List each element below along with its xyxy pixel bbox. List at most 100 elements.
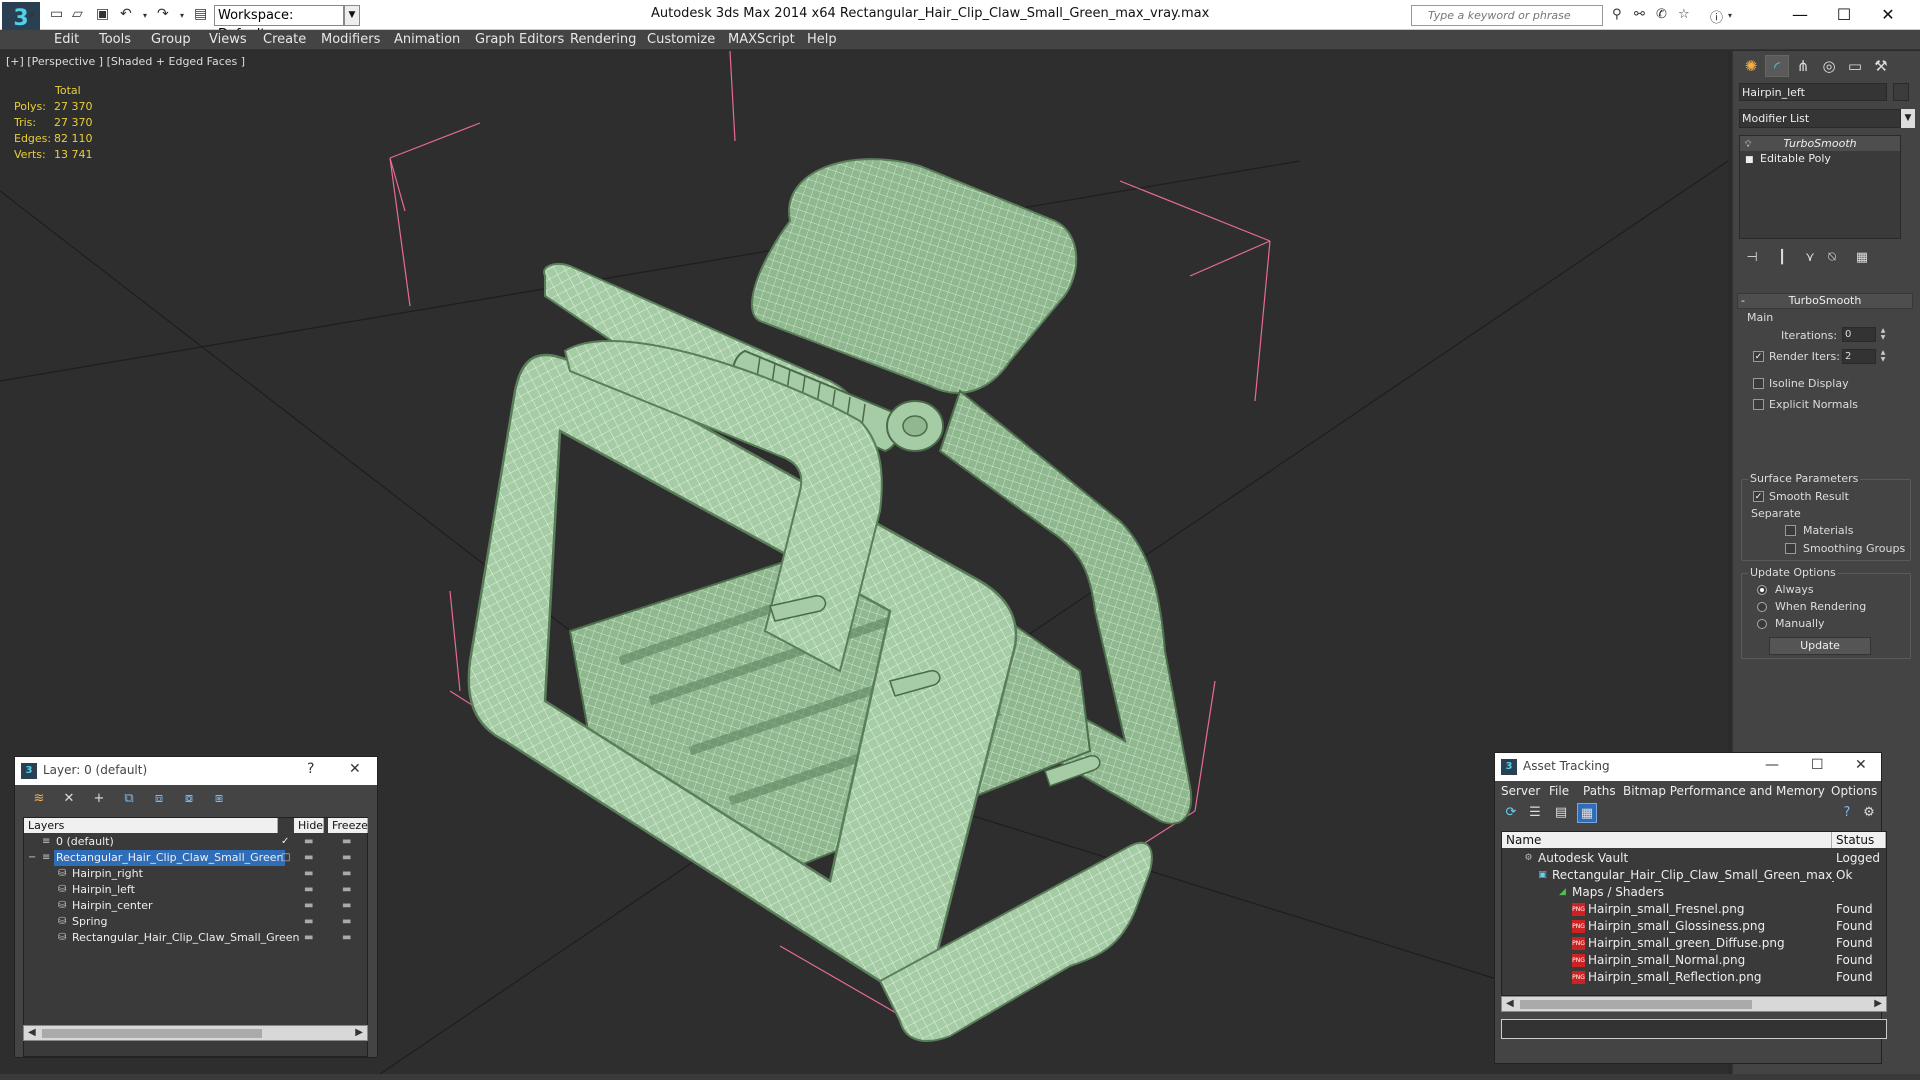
object-name-field[interactable] [1739,83,1887,101]
menu-views[interactable]: Views [209,32,247,47]
menu-group[interactable]: Group [151,32,191,47]
configure-sets-icon[interactable]: ▦ [1853,249,1871,267]
render-iters-checkbox[interactable]: ✓ [1753,351,1764,362]
workspace-dropdown[interactable]: Workspace: Default [214,5,344,42]
asset-window-close-icon[interactable]: ✕ [1855,757,1867,773]
stack-item-turbosmooth[interactable]: 💡︎ TurboSmooth [1740,136,1900,151]
layer-row[interactable]: ⛁ Hairpin_left ▬ ▬ [24,882,367,898]
modify-tab-icon[interactable]: ◜ [1765,55,1789,77]
stack-item-editable-poly[interactable]: ■ Editable Poly [1740,151,1900,166]
table-view-icon[interactable]: ▦ [1577,803,1597,823]
update-button[interactable]: Update [1769,637,1871,655]
delete-layer-icon[interactable]: ✕ [59,789,79,809]
expand-plus-icon[interactable]: ■ [1745,153,1754,168]
asset-row[interactable]: PNG Hairpin_small_Glossiness.png Found [1502,918,1886,935]
motion-tab-icon[interactable]: ◎ [1817,55,1841,77]
menu-tools[interactable]: Tools [99,32,131,47]
layer-row[interactable]: ⛁ Spring ▬ ▬ [24,914,367,930]
scroll-right-icon[interactable]: ▶ [355,1026,363,1040]
isoline-display-checkbox[interactable] [1753,378,1764,389]
asset-menu-bitmap-performance[interactable]: Bitmap Performance and Memory [1623,784,1825,798]
scroll-left-icon[interactable]: ◀ [1506,997,1514,1011]
workspace-dropdown-arrow-icon[interactable]: ▼ [344,5,360,26]
binoculars-icon[interactable]: ⚲ [1612,7,1622,22]
refresh-icon[interactable]: ⟳ [1501,803,1521,823]
add-layer-icon[interactable]: + [89,789,109,809]
help-icon[interactable]: ⓘ [1710,7,1723,26]
asset-menu-options[interactable]: Options [1831,784,1877,798]
hierarchy-tab-icon[interactable]: ⋔ [1791,55,1815,77]
menu-help[interactable]: Help [807,32,837,47]
menu-customize[interactable]: Customize [647,32,715,47]
update-manually-radio[interactable] [1757,619,1767,629]
iterations-spinner-arrows-icon[interactable]: ▲ ▼ [1879,327,1887,342]
redo-icon[interactable]: ↷ [157,6,169,22]
asset-horizontal-scrollbar[interactable]: ◀ ▶ [1501,996,1887,1012]
column-header-layers[interactable]: Layers [24,818,278,833]
turbosmooth-rollout-header[interactable]: - TurboSmooth [1737,293,1913,309]
favorites-star-icon[interactable]: ☆ [1678,7,1690,22]
menu-graph-editors[interactable]: Graph Editors [475,32,564,47]
communication-icon[interactable]: ✆ [1656,7,1667,22]
utilities-tab-icon[interactable]: ⚒ [1869,55,1893,77]
search-input[interactable] [1412,6,1602,25]
freeze-layer-icon[interactable]: ⧆ [209,789,229,809]
undo-dropdown-icon[interactable]: ▾ [143,11,147,20]
subscription-icon[interactable]: ⚯ [1634,7,1645,22]
scroll-left-icon[interactable]: ◀ [28,1026,36,1040]
layer-row[interactable]: − ≡ Rectangular_Hair_Clip_Claw_Small_Gre… [24,850,367,866]
object-color-swatch[interactable] [1893,83,1909,101]
column-header-name[interactable]: Name [1502,832,1832,848]
asset-row[interactable]: ◢ Maps / Shaders [1502,884,1886,901]
close-icon[interactable]: ✕ [1866,3,1910,27]
asset-menu-file[interactable]: File [1549,784,1569,798]
layers-manage-icon[interactable]: ≋ [29,789,49,809]
asset-menu-paths[interactable]: Paths [1583,784,1616,798]
new-file-icon[interactable]: ▭ [50,6,63,22]
maximize-icon[interactable]: ☐ [1822,3,1866,27]
menu-rendering[interactable]: Rendering [570,32,636,47]
asset-row[interactable]: PNG Hairpin_small_Normal.png Found [1502,952,1886,969]
detail-view-icon[interactable]: ▤ [1551,803,1571,823]
project-folder-icon[interactable]: ▤ [194,6,207,22]
asset-row[interactable]: PNG Hairpin_small_green_Diffuse.png Foun… [1502,935,1886,952]
scrollbar-thumb[interactable] [1520,1000,1752,1009]
smooth-result-checkbox[interactable]: ✓ [1753,491,1764,502]
render-iters-spinner-arrows-icon[interactable]: ▲ ▼ [1879,349,1887,364]
active-layer-check-icon[interactable]: ✓ [281,834,289,850]
remove-modifier-icon[interactable]: ⍉ [1823,249,1841,267]
menu-edit[interactable]: Edit [54,32,79,47]
modifier-list-arrow-icon[interactable]: ▼ [1901,109,1915,128]
app-menu-arrow-icon[interactable]: ▾ [30,11,35,21]
layer-active-box-icon[interactable]: □ [281,850,290,866]
asset-settings-icon[interactable]: ⚙ [1859,803,1879,823]
layer-horizontal-scrollbar[interactable]: ◀ ▶ [23,1025,368,1041]
asset-window-minimize-icon[interactable]: — [1765,757,1779,773]
asset-path-field[interactable] [1501,1019,1887,1039]
asset-row[interactable]: PNG Hairpin_small_Reflection.png Found [1502,969,1886,986]
undo-icon[interactable]: ↶ [120,6,132,22]
update-always-radio[interactable] [1757,585,1767,595]
modifier-list-dropdown[interactable]: Modifier List [1739,109,1901,128]
pin-stack-icon[interactable]: ⊣ [1743,249,1761,267]
layer-window-help-icon[interactable]: ? [307,761,314,777]
make-unique-icon[interactable]: ⋎ [1801,249,1819,267]
asset-help-icon[interactable]: ? [1837,803,1857,823]
menu-create[interactable]: Create [263,32,306,47]
column-header-freeze[interactable]: Freeze [328,818,368,833]
materials-checkbox[interactable] [1785,525,1796,536]
create-tab-icon[interactable]: ✺ [1739,55,1763,77]
render-iters-spinner[interactable]: 2 [1842,349,1876,364]
menu-animation[interactable]: Animation [394,32,460,47]
asset-window-maximize-icon[interactable]: ☐ [1811,757,1824,773]
help-dropdown-icon[interactable]: ▾ [1728,11,1732,20]
show-end-result-icon[interactable]: ┃ [1773,249,1791,267]
redo-dropdown-icon[interactable]: ▾ [180,11,184,20]
viewport-label[interactable]: [+] [Perspective ] [Shaded + Edged Faces… [6,55,245,68]
update-when-rendering-radio[interactable] [1757,602,1767,612]
scroll-right-icon[interactable]: ▶ [1874,997,1882,1011]
scrollbar-thumb[interactable] [42,1029,262,1038]
asset-row[interactable]: ⚙ Autodesk Vault Logged [1502,850,1886,867]
open-file-icon[interactable]: ▱ [72,6,83,22]
menu-modifiers[interactable]: Modifiers [321,32,380,47]
